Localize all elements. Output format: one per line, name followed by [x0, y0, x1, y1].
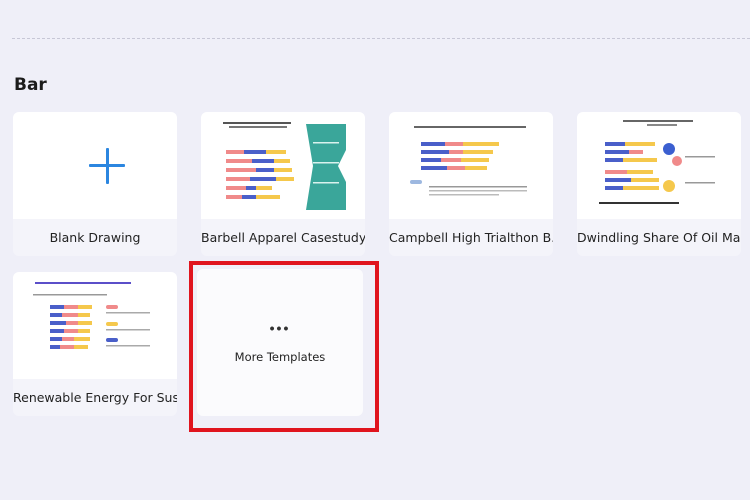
thumbnail-image [410, 126, 527, 196]
template-card-dwindling-share[interactable]: Dwindling Share Of Oil Ma... [577, 112, 741, 256]
template-thumbnail [13, 272, 177, 379]
template-thumbnail [201, 112, 365, 219]
template-card-barbell-apparel[interactable]: Barbell Apparel Casestudy ... [201, 112, 365, 256]
thumbnail-image [33, 282, 150, 349]
template-card-blank-drawing[interactable]: Blank Drawing [13, 112, 177, 256]
section-title: Bar [14, 75, 47, 95]
template-label: Renewable Energy For Sust... [13, 390, 177, 405]
template-label: Dwindling Share Of Oil Ma... [577, 230, 741, 245]
section-divider [12, 38, 750, 39]
thumbnail-image [599, 120, 715, 204]
template-card-renewable-energy[interactable]: Renewable Energy For Sust... [13, 272, 177, 416]
template-label: Barbell Apparel Casestudy ... [201, 230, 365, 245]
template-label: Blank Drawing [49, 230, 141, 245]
template-card-campbell-high[interactable]: Campbell High Trialthon B... [389, 112, 553, 256]
thumbnail-image [223, 122, 346, 210]
template-thumbnail [577, 112, 741, 219]
blank-thumbnail [13, 112, 177, 219]
template-thumbnail [389, 112, 553, 219]
template-label: Campbell High Trialthon B... [389, 230, 553, 245]
highlight-box [189, 261, 379, 432]
